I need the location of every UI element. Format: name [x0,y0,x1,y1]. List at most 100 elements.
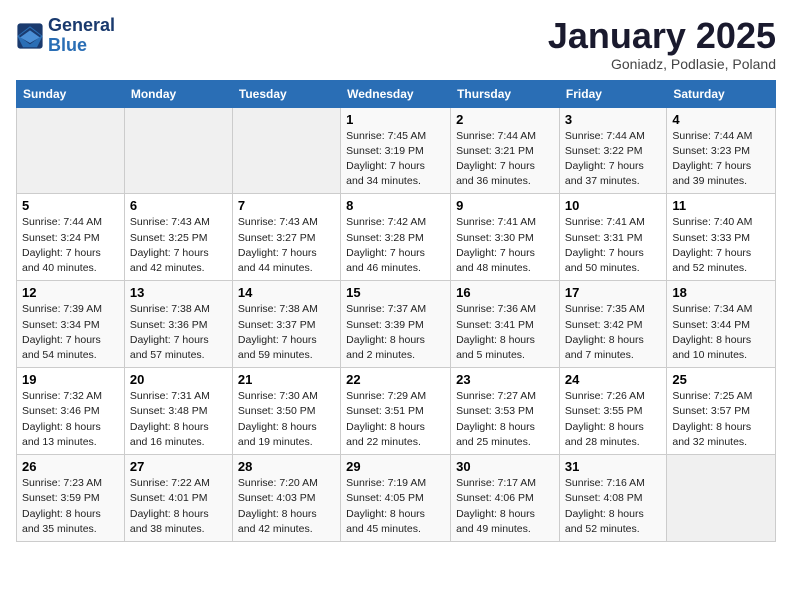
day-number: 7 [238,198,335,213]
calendar-cell: 28 Sunrise: 7:20 AM Sunset: 4:03 PM Dayli… [232,455,340,542]
day-info: Sunrise: 7:31 AM Sunset: 3:48 PM Dayligh… [130,389,227,450]
day-number: 10 [565,198,661,213]
day-info: Sunrise: 7:37 AM Sunset: 3:39 PM Dayligh… [346,302,445,363]
day-info: Sunrise: 7:19 AM Sunset: 4:05 PM Dayligh… [346,476,445,537]
day-number: 3 [565,112,661,127]
day-info: Sunrise: 7:26 AM Sunset: 3:55 PM Dayligh… [565,389,661,450]
page-header: General Blue January 2025 Goniadz, Podla… [16,16,776,72]
calendar-cell: 21 Sunrise: 7:30 AM Sunset: 3:50 PM Dayli… [232,368,340,455]
day-number: 12 [22,285,119,300]
day-number: 20 [130,372,227,387]
day-number: 31 [565,459,661,474]
weekday-header-friday: Friday [559,80,666,107]
day-number: 23 [456,372,554,387]
day-info: Sunrise: 7:43 AM Sunset: 3:27 PM Dayligh… [238,215,335,276]
day-number: 13 [130,285,227,300]
calendar-cell: 3 Sunrise: 7:44 AM Sunset: 3:22 PM Daylig… [559,107,666,194]
calendar-cell: 23 Sunrise: 7:27 AM Sunset: 3:53 PM Dayli… [451,368,560,455]
calendar-cell: 1 Sunrise: 7:45 AM Sunset: 3:19 PM Daylig… [341,107,451,194]
day-info: Sunrise: 7:23 AM Sunset: 3:59 PM Dayligh… [22,476,119,537]
day-number: 24 [565,372,661,387]
calendar-cell: 15 Sunrise: 7:37 AM Sunset: 3:39 PM Dayli… [341,281,451,368]
calendar-cell: 18 Sunrise: 7:34 AM Sunset: 3:44 PM Dayli… [667,281,776,368]
day-number: 14 [238,285,335,300]
day-number: 9 [456,198,554,213]
week-row-3: 12 Sunrise: 7:39 AM Sunset: 3:34 PM Dayli… [17,281,776,368]
logo-icon [16,22,44,50]
day-info: Sunrise: 7:44 AM Sunset: 3:23 PM Dayligh… [672,129,770,190]
logo-text: General Blue [48,16,115,56]
day-info: Sunrise: 7:41 AM Sunset: 3:30 PM Dayligh… [456,215,554,276]
calendar-cell: 6 Sunrise: 7:43 AM Sunset: 3:25 PM Daylig… [124,194,232,281]
weekday-header-tuesday: Tuesday [232,80,340,107]
weekday-header-sunday: Sunday [17,80,125,107]
week-row-2: 5 Sunrise: 7:44 AM Sunset: 3:24 PM Daylig… [17,194,776,281]
calendar-cell: 7 Sunrise: 7:43 AM Sunset: 3:27 PM Daylig… [232,194,340,281]
calendar-cell: 10 Sunrise: 7:41 AM Sunset: 3:31 PM Dayli… [559,194,666,281]
calendar-cell: 8 Sunrise: 7:42 AM Sunset: 3:28 PM Daylig… [341,194,451,281]
calendar-cell: 31Sunrise: 7:16 AM Sunset: 4:08 PM Dayli… [559,455,666,542]
week-row-4: 19 Sunrise: 7:32 AM Sunset: 3:46 PM Dayli… [17,368,776,455]
week-row-5: 26 Sunrise: 7:23 AM Sunset: 3:59 PM Dayli… [17,455,776,542]
calendar-cell: 9 Sunrise: 7:41 AM Sunset: 3:30 PM Daylig… [451,194,560,281]
day-number: 19 [22,372,119,387]
calendar-cell: 25Sunrise: 7:25 AM Sunset: 3:57 PM Dayli… [667,368,776,455]
calendar-cell: 19 Sunrise: 7:32 AM Sunset: 3:46 PM Dayli… [17,368,125,455]
day-number: 4 [672,112,770,127]
day-number: 28 [238,459,335,474]
day-info: Sunrise: 7:42 AM Sunset: 3:28 PM Dayligh… [346,215,445,276]
day-info: Sunrise: 7:20 AM Sunset: 4:03 PM Dayligh… [238,476,335,537]
weekday-header-wednesday: Wednesday [341,80,451,107]
calendar-cell: 5 Sunrise: 7:44 AM Sunset: 3:24 PM Daylig… [17,194,125,281]
weekday-header-saturday: Saturday [667,80,776,107]
day-number: 27 [130,459,227,474]
calendar-cell [667,455,776,542]
calendar-cell: 16 Sunrise: 7:36 AM Sunset: 3:41 PM Dayli… [451,281,560,368]
day-info: Sunrise: 7:35 AM Sunset: 3:42 PM Dayligh… [565,302,661,363]
day-number: 8 [346,198,445,213]
day-number: 5 [22,198,119,213]
day-number: 29 [346,459,445,474]
month-title: January 2025 [548,16,776,56]
day-number: 16 [456,285,554,300]
day-info: Sunrise: 7:44 AM Sunset: 3:24 PM Dayligh… [22,215,119,276]
day-info: Sunrise: 7:30 AM Sunset: 3:50 PM Dayligh… [238,389,335,450]
day-info: Sunrise: 7:44 AM Sunset: 3:22 PM Dayligh… [565,129,661,190]
day-info: Sunrise: 7:39 AM Sunset: 3:34 PM Dayligh… [22,302,119,363]
calendar-cell: 14Sunrise: 7:38 AM Sunset: 3:37 PM Dayli… [232,281,340,368]
day-info: Sunrise: 7:17 AM Sunset: 4:06 PM Dayligh… [456,476,554,537]
day-number: 26 [22,459,119,474]
day-number: 21 [238,372,335,387]
day-info: Sunrise: 7:34 AM Sunset: 3:44 PM Dayligh… [672,302,770,363]
day-number: 6 [130,198,227,213]
calendar-cell: 13 Sunrise: 7:38 AM Sunset: 3:36 PM Dayli… [124,281,232,368]
calendar-cell: 4 Sunrise: 7:44 AM Sunset: 3:23 PM Daylig… [667,107,776,194]
day-info: Sunrise: 7:41 AM Sunset: 3:31 PM Dayligh… [565,215,661,276]
calendar-cell [17,107,125,194]
location-subtitle: Goniadz, Podlasie, Poland [548,56,776,72]
weekday-header-row: SundayMondayTuesdayWednesdayThursdayFrid… [17,80,776,107]
calendar-cell: 17 Sunrise: 7:35 AM Sunset: 3:42 PM Dayli… [559,281,666,368]
calendar-cell: 11Sunrise: 7:40 AM Sunset: 3:33 PM Dayli… [667,194,776,281]
day-info: Sunrise: 7:43 AM Sunset: 3:25 PM Dayligh… [130,215,227,276]
calendar-cell [232,107,340,194]
calendar-cell: 27 Sunrise: 7:22 AM Sunset: 4:01 PM Dayli… [124,455,232,542]
day-info: Sunrise: 7:32 AM Sunset: 3:46 PM Dayligh… [22,389,119,450]
calendar-table: SundayMondayTuesdayWednesdayThursdayFrid… [16,80,776,542]
day-info: Sunrise: 7:27 AM Sunset: 3:53 PM Dayligh… [456,389,554,450]
day-info: Sunrise: 7:36 AM Sunset: 3:41 PM Dayligh… [456,302,554,363]
day-info: Sunrise: 7:22 AM Sunset: 4:01 PM Dayligh… [130,476,227,537]
day-info: Sunrise: 7:38 AM Sunset: 3:36 PM Dayligh… [130,302,227,363]
calendar-cell: 29 Sunrise: 7:19 AM Sunset: 4:05 PM Dayli… [341,455,451,542]
weekday-header-monday: Monday [124,80,232,107]
day-info: Sunrise: 7:44 AM Sunset: 3:21 PM Dayligh… [456,129,554,190]
day-number: 1 [346,112,445,127]
title-section: January 2025 Goniadz, Podlasie, Poland [548,16,776,72]
day-info: Sunrise: 7:45 AM Sunset: 3:19 PM Dayligh… [346,129,445,190]
day-number: 18 [672,285,770,300]
day-info: Sunrise: 7:25 AM Sunset: 3:57 PM Dayligh… [672,389,770,450]
day-number: 17 [565,285,661,300]
day-number: 15 [346,285,445,300]
day-number: 11 [672,198,770,213]
week-row-1: 1 Sunrise: 7:45 AM Sunset: 3:19 PM Daylig… [17,107,776,194]
